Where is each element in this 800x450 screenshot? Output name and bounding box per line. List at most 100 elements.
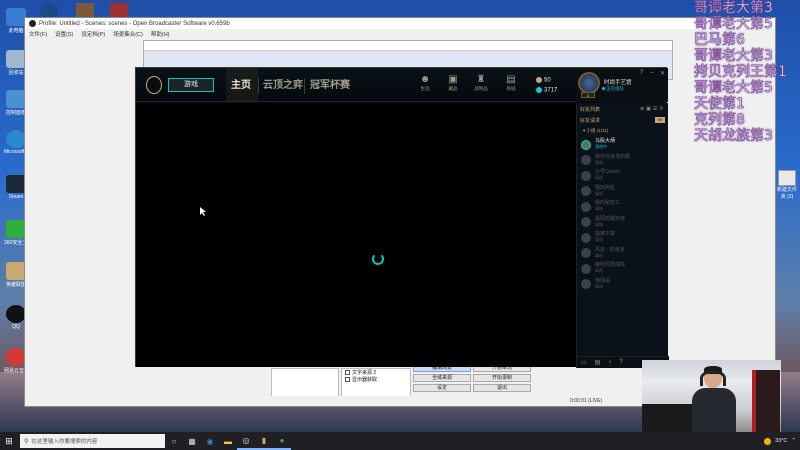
overlay-name: 克列第8 (694, 112, 746, 129)
nav-loot[interactable]: ♜ 战利品 (470, 74, 492, 92)
streamer (692, 366, 736, 432)
play-button[interactable]: 游戏 (168, 78, 214, 92)
file-explorer-icon[interactable]: ▬ (219, 432, 237, 450)
friends-header: 好友列表 ⊕▣☰⚲ (580, 106, 665, 113)
tab-tft[interactable]: 云顶之弈 (263, 76, 303, 91)
avatar (581, 155, 591, 166)
sources-list[interactable]: 文字来源 2 显示器获取 (341, 368, 411, 398)
edge-icon (6, 130, 26, 148)
music-icon (6, 348, 26, 366)
source-row[interactable]: 文字来源 2 (342, 369, 410, 376)
blue-essence: 50 (536, 77, 551, 84)
help-icon[interactable]: ? (619, 359, 622, 366)
computer-icon (6, 8, 26, 26)
friend-requests[interactable]: 好友请求 99 (577, 115, 668, 125)
friend-item[interactable]: 马股大炳 游戏中 (577, 137, 668, 153)
friend-item[interactable]: 风去 - 依雨凉 离线 (577, 246, 668, 262)
summoner-name: 时尚手艺馆 (604, 80, 632, 86)
360-icon[interactable]: ● (273, 432, 291, 450)
start-record-button[interactable]: 开始录制 (473, 374, 531, 382)
checkbox[interactable] (345, 370, 350, 375)
summoner-status: 正在组队 (602, 86, 624, 91)
checkbox[interactable] (345, 377, 350, 382)
close-icon[interactable]: ✕ (660, 70, 665, 77)
nav-store[interactable]: ▤ 商城 (500, 74, 522, 92)
headset-icon (700, 370, 726, 386)
avatar (581, 186, 591, 197)
voice-icon[interactable]: ♪ (608, 359, 611, 366)
lol-main-area (136, 103, 576, 367)
lol-icon[interactable]: ▮ (255, 432, 273, 450)
rp-icon (536, 87, 542, 93)
gaming-chair (752, 370, 780, 432)
edge-icon[interactable]: ◉ (201, 432, 219, 450)
avatar[interactable] (578, 72, 600, 94)
overlay-name: 哥谭老大第5 (694, 80, 774, 97)
friend-item[interactable]: 我自在追寻的那 离线 (577, 153, 668, 169)
friend-item[interactable]: 南情说 离线 (577, 277, 668, 293)
widgets-icon[interactable]: ▦ (183, 432, 201, 450)
settings-icon[interactable]: ? (640, 70, 643, 76)
chat-icon[interactable]: ▭ (581, 359, 587, 366)
scenes-list[interactable] (271, 368, 339, 398)
weather-temp[interactable]: 33°C (775, 438, 787, 444)
system-tray: 33°C ⌃ (764, 432, 796, 450)
search-icon: ⚲ (24, 438, 29, 445)
friend-item[interactable]: 分号Queen 离线 (577, 168, 668, 184)
obs-titlebar[interactable]: Profile: Untitled - Scenes: scenes - Ope… (25, 18, 775, 29)
avatar (581, 279, 591, 290)
overlay-name: 哥谭老大第5 (694, 16, 774, 33)
avatar (581, 139, 591, 150)
overlay-name: 巴马第6 (694, 32, 746, 49)
menu-help[interactable]: 帮助(H) (151, 30, 170, 38)
search-input[interactable]: ⚲ 在这里输入你要搜索的内容 (20, 434, 165, 448)
menu-settings[interactable]: 设置(S) (55, 30, 73, 38)
obs-icon[interactable]: ◎ (237, 432, 255, 450)
profile-icon: ☻ (419, 74, 431, 85)
steam-icon (6, 175, 26, 193)
missions-icon[interactable]: ▤ (595, 359, 601, 366)
friend-item[interactable]: 我的秘密三 离线 (577, 199, 668, 215)
exit-button[interactable]: 退出 (473, 384, 531, 392)
overlay-name: 哥谭老大第3 (694, 0, 774, 16)
task-view-icon[interactable]: ○ (165, 432, 183, 450)
profile-area[interactable]: 1 时尚手艺馆 正在组队 ? – ✕ (576, 68, 668, 102)
collection-icon: ▣ (448, 74, 458, 85)
tab-clash[interactable]: 冠军杯赛 (310, 76, 350, 91)
tab-home[interactable]: 主页 (231, 76, 251, 91)
stream-time: 0:00:31 (LIVE) (570, 398, 603, 404)
overlay-name: 天胡龙族第3 (694, 128, 774, 145)
friends-panel: 好友列表 ⊕▣☰⚲ 好友请求 99 ▾ 小组 (1/11) 马股大炳 游戏中 我自在追… (576, 103, 669, 368)
minimize-icon[interactable]: – (650, 70, 653, 76)
loot-icon: ♜ (476, 74, 486, 85)
friends-tools[interactable]: ⊕▣☰⚲ (640, 106, 665, 112)
avatar (581, 201, 591, 212)
source-row[interactable]: 显示器获取 (342, 376, 410, 383)
friend-item[interactable]: 独离不孤 离线 (577, 230, 668, 246)
weather-icon[interactable] (764, 437, 772, 445)
friend-group[interactable]: ▾ 小组 (1/11) (577, 125, 668, 137)
lol-logo-icon (146, 76, 162, 94)
menu-profile[interactable]: 设定档(P) (81, 30, 105, 38)
riot-points: 3717 (536, 87, 557, 94)
shield-icon (6, 220, 26, 238)
menu-file[interactable]: 文件(F) (29, 30, 47, 38)
nav-profile[interactable]: ☻ 生涯 (414, 74, 436, 92)
essence-icon (536, 77, 542, 83)
mouse-cursor-icon (200, 207, 206, 216)
obs-icon (29, 20, 36, 27)
windows-start-icon[interactable]: ⊞ (0, 432, 18, 450)
overlay-name: 哥谭老大第3 (694, 48, 774, 65)
desk (642, 404, 692, 432)
avatar (581, 248, 591, 259)
friend-item[interactable]: 窗吹风雪成陈 离线 (577, 261, 668, 277)
network-icon[interactable]: ⌃ (791, 438, 796, 444)
friend-item[interactable]: 黑阳的银天使 离线 (577, 215, 668, 231)
menu-scene-collection[interactable]: 场景集合(C) (113, 30, 143, 38)
nav-collection[interactable]: ▣ 藏品 (442, 74, 464, 92)
friend-item[interactable]: 我玩阿星 离线 (577, 184, 668, 200)
lol-icon (6, 262, 26, 280)
global-sources-button[interactable]: 全域来源 (413, 374, 471, 382)
settings-button[interactable]: 设定 (413, 384, 471, 392)
desktop-icon-new-folder[interactable]: 新建文件夹 (2) (776, 170, 798, 200)
